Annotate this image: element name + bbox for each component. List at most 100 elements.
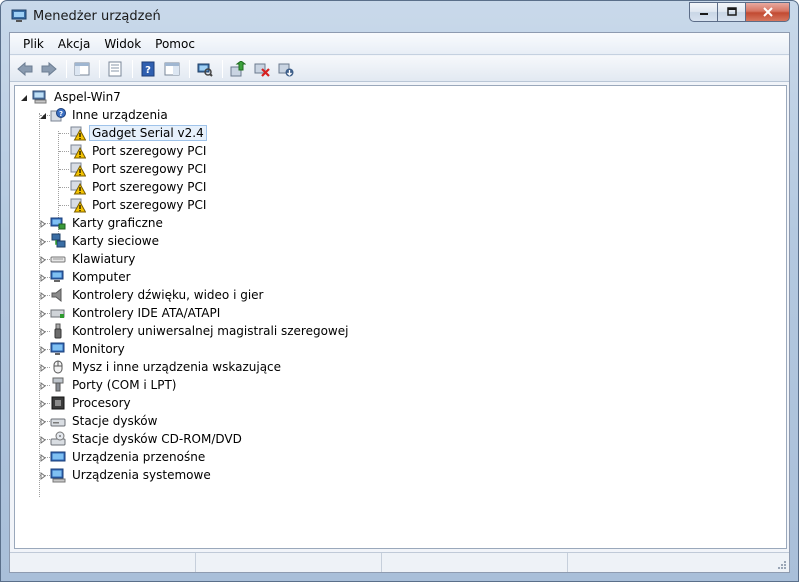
resize-grip-icon[interactable] [777,560,787,570]
expand-triangle-icon[interactable] [38,345,47,354]
expand-triangle-icon[interactable] [38,291,47,300]
tree-item-label: Port szeregowy PCI [92,198,207,212]
maximize-button[interactable] [717,2,745,22]
expand-triangle-icon[interactable] [38,255,47,264]
tree-root[interactable]: Aspel-Win7 [19,88,124,106]
tree-item-label: Port szeregowy PCI [92,144,207,158]
expand-triangle-icon[interactable] [38,435,47,444]
device-tree[interactable]: Aspel-Win7 ? Inne urządzenia Gadget Seri [14,85,787,549]
tree-category-item[interactable]: Stacje dysków [40,412,160,430]
disk-drive-icon [50,413,66,429]
toolbar-separator [66,59,67,78]
title-bar[interactable]: Menedżer urządzeń [1,1,798,31]
warning-device-icon [70,143,86,159]
expand-triangle-icon[interactable] [38,219,47,228]
show-hide-tree-icon [74,62,90,75]
expand-triangle-icon[interactable] [38,363,47,372]
view-icon [164,62,180,75]
expand-triangle-icon[interactable] [38,327,47,336]
menu-akcja[interactable]: Akcja [51,35,97,53]
tree-category-item[interactable]: Klawiatury [40,250,138,268]
expand-triangle-icon[interactable] [38,471,47,480]
forward-button[interactable] [38,59,60,79]
warning-device-icon [70,197,86,213]
show-hide-tree-button[interactable] [71,59,93,79]
expand-triangle-icon[interactable] [38,453,47,462]
tree-category-item[interactable]: Procesory [40,394,134,412]
properties-button[interactable] [104,59,126,79]
expand-triangle-icon[interactable] [38,309,47,318]
portable-device-icon [50,449,66,465]
tree-category-item[interactable]: Komputer [40,268,134,286]
keyboard-icon [50,251,66,267]
uninstall-button[interactable] [251,59,273,79]
tree-category-item[interactable]: Karty graficzne [40,214,166,232]
expand-triangle-icon[interactable] [38,237,47,246]
toolbar-separator [222,59,223,78]
computer-root-icon [32,89,48,105]
close-button[interactable] [745,2,790,22]
tree-item-port-szeregowy[interactable]: Port szeregowy PCI [70,196,209,214]
tree-item-label: Port szeregowy PCI [92,180,207,194]
tree-item-label: Karty graficzne [72,216,163,230]
expand-triangle-icon[interactable] [38,417,47,426]
tree-category-item[interactable]: Urządzenia przenośne [40,448,208,466]
forward-arrow-icon [41,61,57,76]
toolbar-separator [132,59,133,78]
back-button[interactable] [14,59,36,79]
tree-category-item[interactable]: Porty (COM i LPT) [40,376,179,394]
tree-category-item[interactable]: Urządzenia systemowe [40,466,214,484]
usb-icon [50,323,66,339]
menu-widok[interactable]: Widok [97,35,148,53]
tree-item-port-szeregowy[interactable]: Port szeregowy PCI [70,142,209,160]
update-driver-button[interactable] [227,59,249,79]
status-pane [196,553,382,572]
expand-triangle-icon[interactable] [38,399,47,408]
tree-item-label: Stacje dysków CD-ROM/DVD [72,432,242,446]
tree-item-label: Port szeregowy PCI [92,162,207,176]
minimize-icon [699,13,708,15]
minimize-button[interactable] [689,2,717,22]
tree-category-item[interactable]: Karty sieciowe [40,232,162,250]
tree-category-item[interactable]: Monitory [40,340,128,358]
collapse-triangle-icon[interactable] [19,93,28,102]
device-manager-app-icon [11,9,27,23]
menu-pomoc[interactable]: Pomoc [148,35,202,53]
disable-device-button[interactable] [275,59,297,79]
help-icon: ? [141,61,155,76]
tree-item-inne-urzadzenia[interactable]: ? Inne urządzenia [39,106,171,124]
tree-category-item[interactable]: Kontrolery uniwersalnej magistrali szere… [40,322,351,340]
toolbar-separator [99,59,100,78]
window-title: Menedżer urządzeń [33,9,161,24]
tree-line [59,169,69,170]
tree-item-label: Urządzenia przenośne [72,450,206,464]
tree-category-item[interactable]: Kontrolery dźwięku, wideo i gier [40,286,266,304]
back-arrow-icon [17,61,33,76]
tree-item-label: Gadget Serial v2.4 [89,125,207,141]
expand-triangle-icon[interactable] [38,381,47,390]
tree-item-label: Procesory [72,396,131,410]
tree-category-item[interactable]: Kontrolery IDE ATA/ATAPI [40,304,223,322]
tree-category-item[interactable]: Stacje dysków CD-ROM/DVD [40,430,245,448]
scan-hardware-button[interactable] [194,59,216,79]
tree-item-gadget-serial[interactable]: Gadget Serial v2.4 [70,124,207,142]
menu-bar: Plik Akcja Widok Pomoc [10,33,789,55]
caption-buttons [689,2,790,22]
tree-item-label: Monitory [72,342,125,356]
collapse-triangle-icon[interactable] [38,111,47,120]
tree-category-item[interactable]: Mysz i inne urządzenia wskazujące [40,358,284,376]
toolbar: ? [10,56,789,82]
tree-item-port-szeregowy[interactable]: Port szeregowy PCI [70,160,209,178]
tree-item-label: Klawiatury [72,252,136,266]
ide-controller-icon [50,305,66,321]
tree-item-label: Inne urządzenia [72,108,168,122]
monitor-icon [50,341,66,357]
help-button[interactable]: ? [137,59,159,79]
expand-triangle-icon[interactable] [38,273,47,282]
menu-plik[interactable]: Plik [16,35,51,53]
mouse-icon [50,359,66,375]
view-button[interactable] [161,59,183,79]
status-pane [382,553,568,572]
tree-item-label: Mysz i inne urządzenia wskazujące [72,360,282,374]
tree-item-port-szeregowy[interactable]: Port szeregowy PCI [70,178,209,196]
